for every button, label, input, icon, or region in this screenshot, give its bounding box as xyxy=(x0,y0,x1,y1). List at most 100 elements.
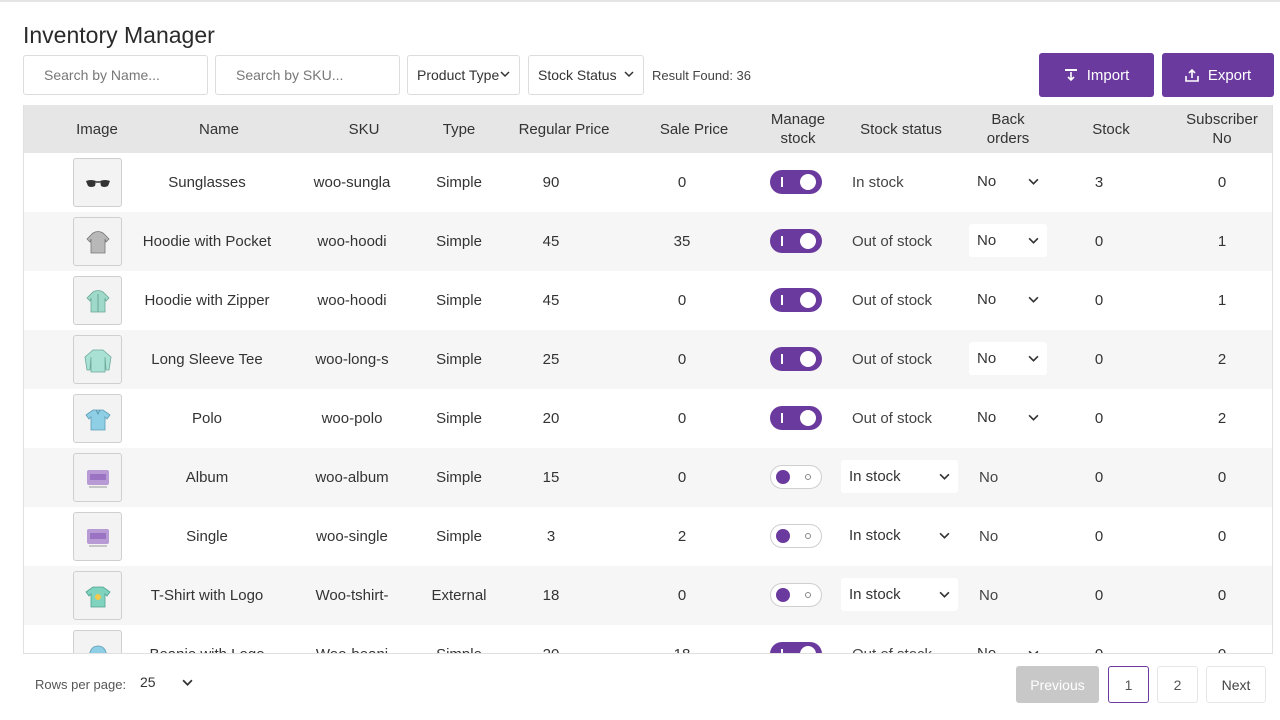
product-type: Simple xyxy=(436,174,482,191)
back-orders-select[interactable]: No xyxy=(969,342,1047,375)
subscriber-count: 0 xyxy=(1217,469,1227,486)
sale-price: 0 xyxy=(677,587,687,604)
header-type: Type xyxy=(442,120,476,138)
back-orders-select[interactable]: No xyxy=(969,637,1047,654)
regular-price: 45 xyxy=(542,233,560,250)
manage-stock-toggle[interactable] xyxy=(770,524,822,548)
header-back-orders-line2: orders xyxy=(986,130,1030,147)
manage-stock-toggle[interactable] xyxy=(770,406,822,430)
product-sku: Woo-tshirt- xyxy=(315,587,389,604)
product-thumbnail[interactable] xyxy=(73,217,122,266)
next-page-button[interactable]: Next xyxy=(1206,666,1266,703)
product-thumbnail[interactable] xyxy=(73,158,122,207)
product-thumbnail[interactable] xyxy=(73,276,122,325)
chevron-down-icon xyxy=(182,679,193,686)
manage-stock-toggle[interactable] xyxy=(770,642,822,653)
product-sku: woo-polo xyxy=(321,410,383,427)
product-sku: woo-single xyxy=(316,528,388,545)
sale-price: 2 xyxy=(677,528,687,545)
product-sku: woo-album xyxy=(315,469,389,486)
product-type-label: Product Type xyxy=(417,67,500,83)
table-row: Polo woo-polo Simple 20 0 Out of stock No 0 2 xyxy=(24,389,1272,448)
product-name: Beanie with Logo xyxy=(132,625,282,653)
export-icon xyxy=(1185,68,1199,82)
header-sale-price: Sale Price xyxy=(659,120,729,138)
header-back-orders-line1: Back xyxy=(991,111,1025,128)
sale-price: 0 xyxy=(677,469,687,486)
sale-price: 0 xyxy=(677,292,687,309)
product-thumbnail[interactable] xyxy=(73,394,122,443)
manage-stock-toggle[interactable] xyxy=(770,170,822,194)
stock-qty: 0 xyxy=(1094,410,1104,427)
stock-qty: 0 xyxy=(1094,292,1104,309)
product-thumbnail[interactable] xyxy=(73,335,122,384)
back-orders-select[interactable]: No xyxy=(969,401,1047,434)
stock-status-text: Out of stock xyxy=(852,625,932,653)
product-thumbnail[interactable] xyxy=(73,571,122,620)
product-thumbnail[interactable] xyxy=(73,453,122,502)
table-row: Single woo-single Simple 3 2 In stock No 0 0 xyxy=(24,507,1272,566)
product-thumbnail[interactable] xyxy=(73,630,122,653)
chevron-down-icon xyxy=(1028,414,1039,421)
manage-stock-toggle[interactable] xyxy=(770,229,822,253)
beanie-icon xyxy=(88,645,107,653)
manage-stock-toggle[interactable] xyxy=(770,288,822,312)
product-name: Polo xyxy=(191,410,223,427)
stock-status-text: Out of stock xyxy=(852,292,933,309)
back-orders-value: No xyxy=(977,291,997,308)
regular-price: 15 xyxy=(542,469,560,486)
header-subscriber-line2: No xyxy=(1212,130,1232,147)
stock-status-value: In stock xyxy=(849,527,901,544)
product-sku: woo-hoodi xyxy=(317,292,387,309)
top-divider xyxy=(0,0,1280,2)
stock-status-text: Out of stock xyxy=(852,233,933,250)
stock-status-value: In stock xyxy=(849,468,901,485)
search-sku-field[interactable] xyxy=(215,55,400,95)
table-row: Hoodie with Zipper woo-hoodi Simple 45 0 Out … xyxy=(24,271,1272,330)
subscriber-count: 2 xyxy=(1217,410,1227,427)
page-2-button[interactable]: 2 xyxy=(1157,666,1198,703)
back-orders-value: No xyxy=(977,645,997,654)
chevron-down-icon xyxy=(1028,178,1039,185)
previous-page-button[interactable]: Previous xyxy=(1016,666,1099,703)
rows-per-page-value: 25 xyxy=(140,674,156,690)
header-manage-stock-line1: Manage xyxy=(770,111,826,128)
back-orders-select[interactable]: No xyxy=(969,283,1047,316)
search-name-field[interactable] xyxy=(23,55,208,95)
stock-status-select[interactable]: In stock xyxy=(841,578,958,611)
manage-stock-toggle[interactable] xyxy=(770,583,822,607)
search-sku-input[interactable] xyxy=(236,67,399,83)
search-name-input[interactable] xyxy=(44,67,207,83)
stock-status-label: Stock Status xyxy=(538,67,617,83)
regular-price: 20 xyxy=(511,625,591,653)
manage-stock-toggle[interactable] xyxy=(770,465,822,489)
subscriber-count: 0 xyxy=(1217,528,1227,545)
subscriber-count: 0 xyxy=(1182,625,1262,653)
stock-qty: 0 xyxy=(1094,528,1104,545)
hoodie-icon xyxy=(85,230,110,253)
sale-price: 35 xyxy=(673,233,691,250)
back-orders-select[interactable]: No xyxy=(969,224,1047,257)
export-button[interactable]: Export xyxy=(1162,53,1274,97)
product-type: Simple xyxy=(419,625,499,653)
chevron-down-icon xyxy=(939,532,950,539)
header-manage-stock-line2: stock xyxy=(780,130,816,147)
stock-status-select[interactable]: In stock xyxy=(841,519,958,552)
back-orders-text: No xyxy=(979,587,999,604)
import-icon xyxy=(1064,69,1077,82)
product-type-select[interactable]: Product Type xyxy=(407,55,520,95)
product-thumbnail[interactable] xyxy=(73,512,122,561)
subscriber-count: 0 xyxy=(1217,587,1227,604)
manage-stock-toggle[interactable] xyxy=(770,347,822,371)
chevron-down-icon xyxy=(939,473,950,480)
sale-price: 0 xyxy=(677,351,687,368)
chevron-down-icon xyxy=(500,71,510,78)
back-orders-select[interactable]: No xyxy=(969,165,1047,198)
regular-price: 90 xyxy=(542,174,560,191)
header-subscriber-no: Subscriber No xyxy=(1172,105,1272,153)
stock-status-select[interactable]: Stock Status xyxy=(528,55,644,95)
import-button[interactable]: Import xyxy=(1039,53,1154,97)
rows-per-page-select[interactable]: 25 xyxy=(140,674,193,690)
stock-status-select[interactable]: In stock xyxy=(841,460,958,493)
page-1-button[interactable]: 1 xyxy=(1108,666,1149,703)
